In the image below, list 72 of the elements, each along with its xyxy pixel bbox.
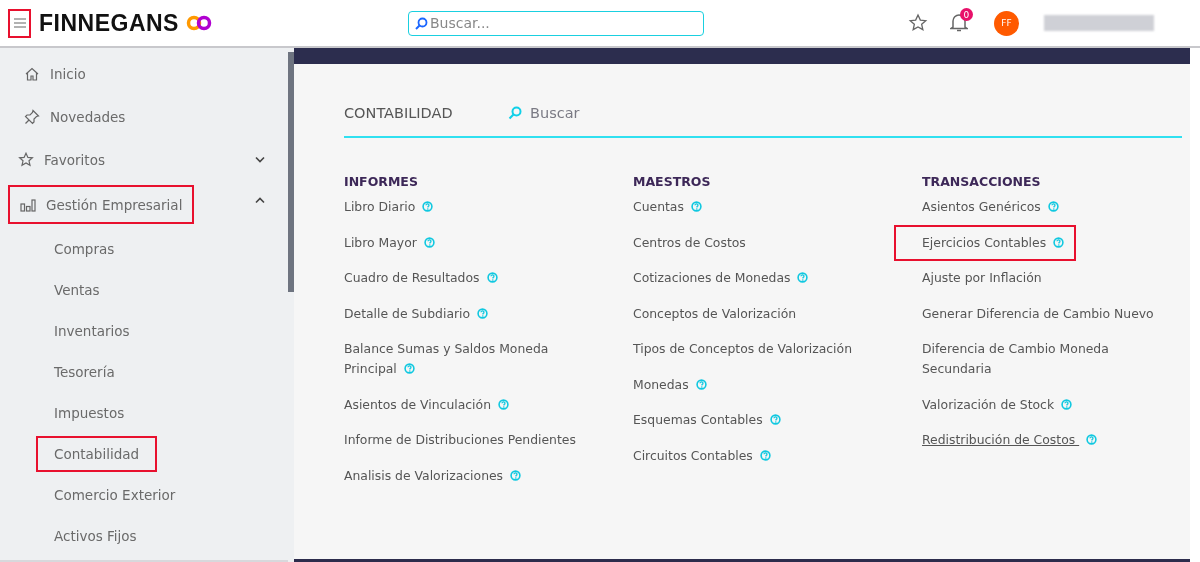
help-icon[interactable] (498, 398, 509, 410)
help-icon[interactable] (1086, 434, 1098, 445)
help-icon[interactable] (1047, 201, 1059, 212)
sidebar-subitem[interactable]: Ventas (36, 272, 118, 308)
sidebar-subitem[interactable]: Comercio Exterior (36, 477, 194, 513)
sidebar-item[interactable]: Inicio (12, 54, 98, 93)
menu-link[interactable]: Libro Diario (344, 197, 434, 217)
help-icon[interactable] (422, 201, 434, 212)
help-icon[interactable] (486, 272, 498, 283)
help-icon[interactable] (690, 201, 702, 212)
search-field[interactable]: Buscar... (407, 10, 704, 36)
chevron-icon[interactable] (254, 195, 266, 206)
help-icon[interactable] (759, 449, 771, 461)
menu-link[interactable]: Ajuste por Inflación (922, 268, 1042, 288)
help-icon[interactable] (695, 378, 707, 390)
chevron-icon[interactable] (254, 154, 266, 165)
menu-link[interactable]: Cuadro de Resultados (344, 268, 498, 288)
bar-chart-icon (20, 196, 36, 213)
help-icon[interactable] (477, 307, 489, 319)
menu-link[interactable]: Tipos de Conceptos de Valorización (633, 339, 852, 359)
help-icon[interactable] (1061, 398, 1073, 410)
menu-link[interactable]: Monedas (633, 374, 707, 395)
menu-link[interactable]: Valorización de Stock (922, 394, 1073, 415)
logo-text: FINNEGANS (39, 9, 179, 37)
logo-icon (185, 15, 212, 31)
menu-link[interactable]: Cuentas (633, 197, 702, 217)
menu-link[interactable]: Conceptos de Valorización (633, 303, 797, 324)
column-heading: INFORMES (344, 174, 419, 191)
search-icon (414, 16, 428, 30)
menu-link[interactable]: Diferencia de Cambio Moneda Secundaria (922, 339, 1162, 379)
help-icon[interactable] (510, 469, 522, 481)
menu-link[interactable]: Generar Diferencia de Cambio Nuevo (922, 303, 1154, 324)
sidebar-subitem[interactable]: Activos Fijos (36, 518, 155, 554)
menu-link[interactable]: Detalle de Subdiario (344, 303, 489, 324)
star-icon[interactable] (907, 13, 928, 33)
column-heading: MAESTROS (633, 174, 712, 191)
sidebar-item[interactable]: Novedades (12, 97, 138, 136)
section-title: CONTABILIDAD (344, 105, 454, 121)
help-icon[interactable] (423, 236, 435, 248)
help-icon[interactable] (403, 363, 415, 374)
help-icon[interactable] (769, 414, 781, 425)
search-field[interactable]: Buscar (530, 105, 730, 121)
sidebar-subitem[interactable]: Contabilidad (36, 436, 158, 472)
sidebar-subitem[interactable]: Inventarios (36, 313, 148, 349)
star-icon (18, 151, 34, 168)
menu-link[interactable]: Centros de Costos (633, 232, 746, 253)
pin-icon (24, 108, 40, 125)
sidebar-subitem[interactable]: Tesorería (36, 354, 133, 390)
menu-link[interactable]: Analisis de Valorizaciones (344, 465, 522, 486)
help-icon[interactable] (1053, 236, 1065, 248)
menu-link[interactable]: Libro Mayor (344, 232, 435, 253)
menu-link[interactable]: Esquemas Contables (633, 410, 781, 430)
menu-link[interactable]: Asientos de Vinculación (344, 394, 509, 415)
bell-icon[interactable] (949, 12, 968, 32)
search-icon (508, 106, 522, 120)
menu-button[interactable] (8, 8, 31, 38)
menu-link[interactable]: Cotizaciones de Monedas (633, 268, 809, 288)
sidebar-item[interactable]: Gestión Empresarial (8, 185, 195, 224)
sidebar-subitem[interactable]: Compras (36, 231, 133, 267)
menu-link[interactable]: Asientos Genéricos (922, 197, 1059, 217)
home-icon (24, 65, 40, 82)
help-icon[interactable] (797, 272, 809, 283)
menu-icon (13, 18, 26, 28)
scrollbar-thumb[interactable] (288, 52, 294, 292)
menu-link[interactable]: Informe de Distribuciones Pendientes (344, 430, 576, 450)
menu-link[interactable]: Circuitos Contables (633, 445, 771, 466)
sidebar-item[interactable]: Favoritos (6, 140, 117, 179)
column-heading: TRANSACCIONES (922, 174, 1042, 191)
notification-badge: 0 (959, 8, 973, 21)
menu-link[interactable]: Redistribución de Costos (922, 430, 1098, 450)
sidebar-subitem[interactable]: Impuestos (36, 395, 143, 431)
menu-link[interactable]: Balance Sumas y Saldos Moneda Principal (344, 339, 584, 379)
